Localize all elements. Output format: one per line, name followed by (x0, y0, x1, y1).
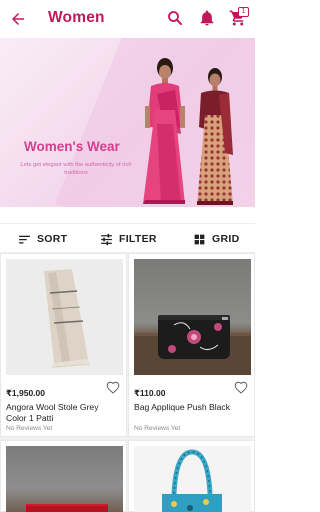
app-bar: Women 1 (0, 0, 255, 38)
product-price: ₹1,950.00 (6, 388, 46, 398)
model-printed-saree-image (197, 68, 233, 205)
page-title: Women (48, 9, 105, 26)
promo-banner[interactable]: Women's Wear Lets get elegant with the a… (0, 38, 255, 207)
product-card[interactable]: ₹1,950.00 Angora Wool Stole Grey Color 1… (0, 253, 127, 437)
product-image-stole[interactable] (6, 259, 123, 375)
bell-icon[interactable] (198, 9, 216, 27)
back-arrow-icon[interactable] (9, 10, 27, 28)
grid-icon (194, 234, 205, 244)
product-card[interactable] (0, 440, 127, 512)
sort-label: SORT (37, 233, 68, 245)
wishlist-heart-icon[interactable] (234, 381, 248, 394)
grid-label: GRID (212, 233, 240, 245)
product-card[interactable]: ₹110.00 Bag Applique Push Black No Revie… (128, 253, 255, 437)
filter-button[interactable]: FILTER (100, 224, 157, 254)
banner-heading: Women's Wear (24, 139, 120, 154)
product-price: ₹110.00 (134, 388, 166, 398)
banner-subtext: Lets get elegant with the authenticity o… (20, 162, 132, 176)
search-icon[interactable] (166, 9, 184, 27)
product-reviews: No Reviews Yet (134, 425, 181, 432)
filter-sliders-icon (101, 233, 112, 245)
product-image-tote[interactable] (134, 446, 251, 512)
tote-bag-image (162, 449, 222, 512)
red-bag-image (26, 504, 108, 512)
sort-filter-toolbar: SORT FILTER GRID (0, 223, 255, 253)
product-card[interactable] (128, 440, 255, 512)
product-name[interactable]: Bag Applique Push Black (134, 402, 246, 413)
wishlist-heart-icon[interactable] (106, 381, 120, 394)
product-grid: ₹1,950.00 Angora Wool Stole Grey Color 1… (0, 253, 255, 512)
cart-count-badge: 1 (238, 7, 249, 17)
filter-label: FILTER (119, 233, 157, 245)
stole-image (44, 269, 91, 368)
product-image-red-item[interactable] (6, 446, 123, 512)
sort-icon (19, 235, 30, 244)
bag-image (134, 315, 251, 375)
sort-button[interactable]: SORT (18, 224, 67, 254)
product-reviews: No Reviews Yet (6, 425, 53, 432)
grid-view-button[interactable]: GRID (193, 224, 239, 254)
model-pink-saree-image (143, 58, 185, 204)
product-image-bag[interactable] (134, 259, 251, 375)
product-name[interactable]: Angora Wool Stole Grey Color 1 Patti (6, 402, 118, 424)
